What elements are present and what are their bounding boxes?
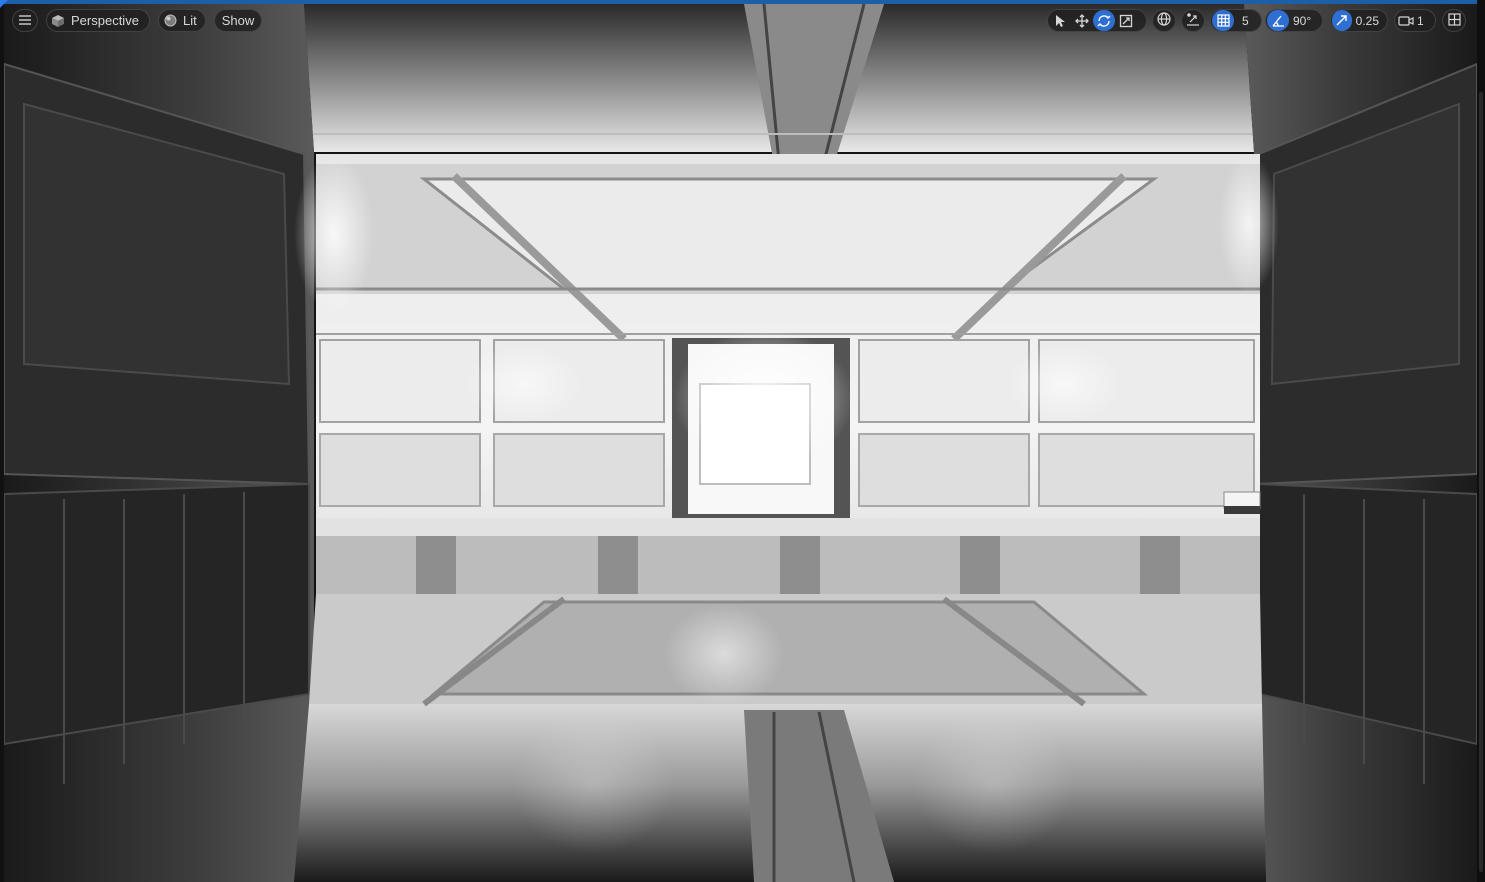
world-local-icon <box>1157 12 1171 29</box>
viewport-scrollbar[interactable] <box>1479 92 1483 872</box>
select-arrow-icon[interactable] <box>1049 10 1071 31</box>
scale-snap-value[interactable]: 0.25 <box>1352 14 1387 28</box>
view-mode-label: Perspective <box>71 13 139 28</box>
lighting-mode-label: Lit <box>183 13 197 28</box>
rotation-snap-value[interactable]: 90° <box>1289 14 1319 28</box>
surface-snap-icon <box>1186 12 1200 29</box>
rotation-snap-group[interactable]: 90° <box>1265 9 1323 32</box>
level-viewport[interactable]: Perspective Lit Show 5 90° 0.25 1 <box>0 0 1485 882</box>
surface-snap-button[interactable] <box>1181 9 1205 32</box>
transform-tools-group <box>1047 9 1147 32</box>
show-flags-button[interactable]: Show <box>214 9 262 32</box>
grid-snap-value[interactable]: 5 <box>1234 14 1257 28</box>
viewport-menu-button[interactable] <box>12 9 38 32</box>
perspective-cube-icon <box>47 10 69 31</box>
view-mode-button[interactable]: Perspective <box>46 9 150 32</box>
camera-speed-button[interactable]: 1 <box>1394 9 1436 32</box>
hamburger-menu-icon <box>19 13 31 28</box>
camera-speed-icon <box>1395 10 1417 31</box>
scale-snap-group[interactable]: 0.25 <box>1330 9 1388 32</box>
camera-speed-value: 1 <box>1417 13 1424 28</box>
lit-sphere-icon <box>159 10 181 31</box>
viewport-layout-icon <box>1447 12 1461 29</box>
viewport-layout-button[interactable] <box>1442 9 1466 32</box>
scale-icon[interactable] <box>1115 10 1137 31</box>
coordinate-system-button[interactable] <box>1152 9 1176 32</box>
show-label: Show <box>221 13 255 28</box>
rotate-icon[interactable] <box>1093 10 1115 31</box>
lighting-mode-button[interactable]: Lit <box>158 9 206 32</box>
rotation-snap-icon[interactable] <box>1267 10 1289 31</box>
translate-icon[interactable] <box>1071 10 1093 31</box>
scale-snap-icon[interactable] <box>1332 10 1352 31</box>
grid-snap-group[interactable]: 5 <box>1210 9 1262 32</box>
scene-render[interactable] <box>4 4 1477 882</box>
grid-snap-icon[interactable] <box>1212 10 1234 31</box>
